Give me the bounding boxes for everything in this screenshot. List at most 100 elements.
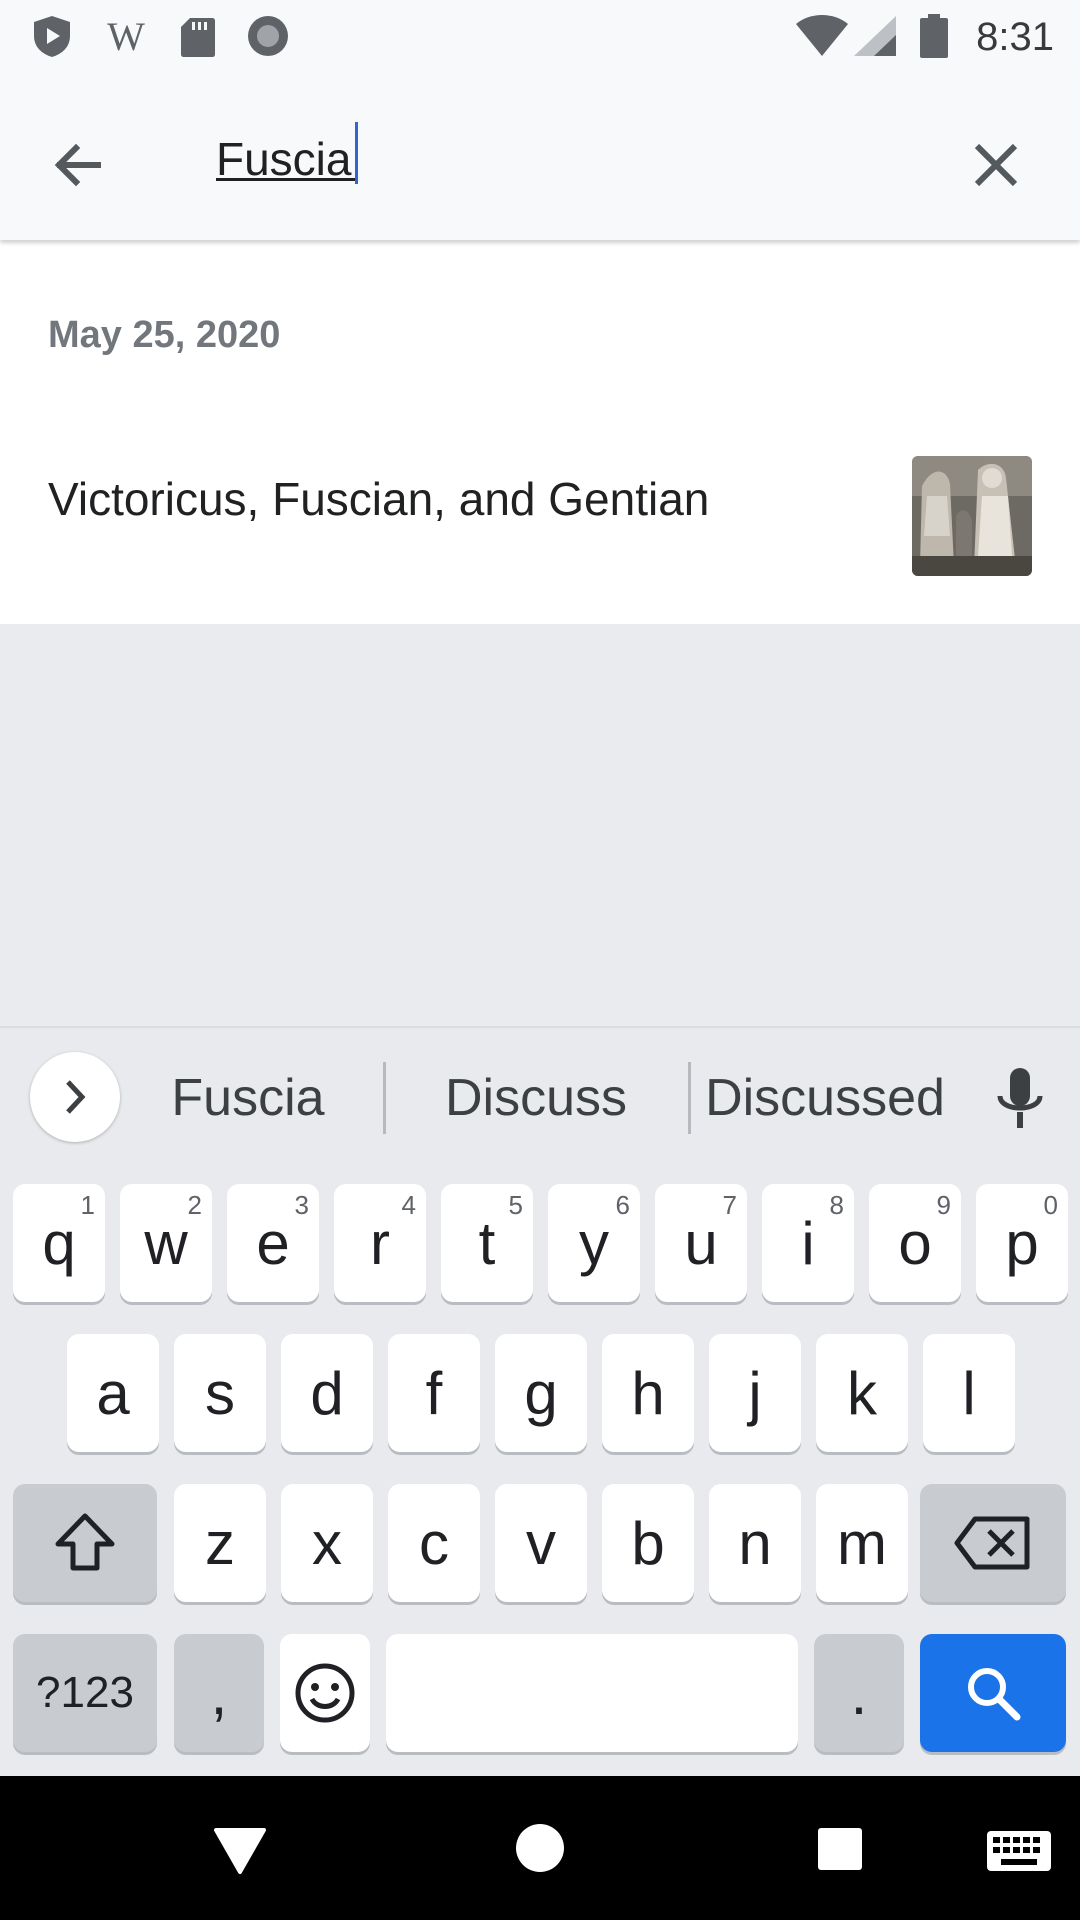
key-p[interactable]: p0	[976, 1184, 1068, 1302]
key-label: i	[801, 1209, 815, 1277]
key-label: o	[898, 1209, 932, 1277]
voice-input-button[interactable]	[990, 1064, 1050, 1136]
keyboard-icon[interactable]	[986, 1830, 1052, 1872]
search-icon	[968, 1668, 1021, 1721]
key-label: u	[684, 1209, 718, 1277]
key-z[interactable]: z	[174, 1484, 266, 1602]
backspace-key[interactable]	[920, 1484, 1066, 1602]
sd-card-icon	[181, 18, 215, 57]
search-underline	[216, 178, 356, 181]
key-label: s	[205, 1359, 235, 1427]
key-e[interactable]: e3	[227, 1184, 319, 1302]
key-number-hint: 7	[722, 1190, 737, 1220]
close-icon	[974, 143, 1018, 187]
date-header: May 25, 2020	[48, 314, 281, 356]
back-button[interactable]	[42, 129, 114, 201]
suggestion-bar: Fuscia Discuss Discussed	[0, 1028, 1080, 1168]
suggestion-1[interactable]: Fuscia	[150, 1068, 346, 1128]
key-number-hint: 4	[401, 1190, 416, 1220]
key-label: x	[312, 1509, 342, 1577]
key-o[interactable]: o9	[869, 1184, 961, 1302]
emoji-key[interactable]	[280, 1634, 370, 1752]
shield-play-icon	[34, 16, 70, 57]
key-s[interactable]: s	[174, 1334, 266, 1452]
symbols-key[interactable]: ?123	[13, 1634, 157, 1752]
key-v[interactable]: v	[495, 1484, 587, 1602]
svg-text:W: W	[107, 14, 145, 58]
emoji-icon	[295, 1663, 355, 1723]
key-r[interactable]: r4	[334, 1184, 426, 1302]
key-label: e	[256, 1209, 290, 1277]
clock: 8:31	[976, 15, 1054, 59]
shift-icon	[55, 1513, 115, 1571]
key-i[interactable]: i8	[762, 1184, 854, 1302]
text-cursor	[355, 122, 358, 184]
key-number-hint: 8	[829, 1190, 844, 1220]
wifi-icon	[796, 15, 848, 56]
key-label: z	[205, 1509, 235, 1577]
key-h[interactable]: h	[602, 1334, 694, 1452]
key-w[interactable]: w2	[120, 1184, 212, 1302]
key-label: j	[748, 1359, 762, 1427]
key-u[interactable]: u7	[655, 1184, 747, 1302]
key-label: w	[144, 1209, 188, 1277]
key-number-hint: 1	[80, 1190, 95, 1220]
key-label: f	[425, 1359, 443, 1427]
signal-icon	[854, 16, 896, 56]
home-circle-icon[interactable]	[514, 1822, 566, 1874]
key-m[interactable]: m	[816, 1484, 908, 1602]
expand-suggestions-button[interactable]	[30, 1052, 120, 1142]
key-a[interactable]: a	[67, 1334, 159, 1452]
backspace-icon	[954, 1516, 1030, 1570]
key-b[interactable]: b	[602, 1484, 694, 1602]
keyboard: Fuscia Discuss Discussed ?123 , . q 1 w …	[0, 1026, 1080, 1776]
key-d[interactable]: d	[281, 1334, 373, 1452]
key-label: p	[1005, 1209, 1039, 1277]
recents-square-icon[interactable]	[816, 1826, 864, 1872]
key-c[interactable]: c	[388, 1484, 480, 1602]
key-y[interactable]: y6	[548, 1184, 640, 1302]
clear-search-button[interactable]	[960, 129, 1032, 201]
comma-key[interactable]: ,	[174, 1634, 264, 1752]
key-label: y	[579, 1209, 609, 1277]
wikipedia-icon: W	[107, 14, 145, 58]
suggestion-2[interactable]: Discuss	[420, 1068, 652, 1128]
key-x[interactable]: x	[281, 1484, 373, 1602]
period-key[interactable]: .	[814, 1634, 904, 1752]
key-label: g	[524, 1359, 558, 1427]
statue-thumbnail[interactable]	[912, 456, 1032, 576]
key-label: h	[631, 1359, 665, 1427]
key-k[interactable]: k	[816, 1334, 908, 1452]
key-label: t	[478, 1209, 496, 1277]
shift-key[interactable]	[13, 1484, 157, 1602]
key-n[interactable]: n	[709, 1484, 801, 1602]
suggestion-3[interactable]: Discussed	[705, 1068, 945, 1128]
key-number-hint: 5	[508, 1190, 523, 1220]
suggestion-divider	[688, 1062, 691, 1134]
key-label: d	[310, 1359, 344, 1427]
key-number-hint: 0	[1043, 1190, 1058, 1220]
microphone-icon	[997, 1068, 1043, 1128]
search-input[interactable]	[216, 123, 936, 195]
key-q[interactable]: q1	[13, 1184, 105, 1302]
search-key[interactable]	[920, 1634, 1066, 1752]
key-j[interactable]: j	[709, 1334, 801, 1452]
back-triangle-icon[interactable]	[212, 1826, 268, 1876]
result-title: Victoricus, Fuscian, and Gentian	[48, 473, 710, 525]
key-f[interactable]: f	[388, 1334, 480, 1452]
space-key[interactable]	[386, 1634, 798, 1752]
search-toolbar	[0, 75, 1080, 240]
key-label: c	[419, 1509, 449, 1577]
back-arrow-icon	[54, 143, 101, 187]
key-g[interactable]: g	[495, 1334, 587, 1452]
key-l[interactable]: l	[923, 1334, 1015, 1452]
key-number-hint: 9	[936, 1190, 951, 1220]
key-label: k	[847, 1359, 877, 1427]
suggestion-divider	[383, 1062, 386, 1134]
key-label: r	[370, 1209, 390, 1277]
key-number-hint: 3	[294, 1190, 309, 1220]
key-t[interactable]: t5	[441, 1184, 533, 1302]
battery-icon	[920, 14, 948, 58]
key-number-hint: 6	[615, 1190, 630, 1220]
record-icon	[248, 16, 288, 56]
